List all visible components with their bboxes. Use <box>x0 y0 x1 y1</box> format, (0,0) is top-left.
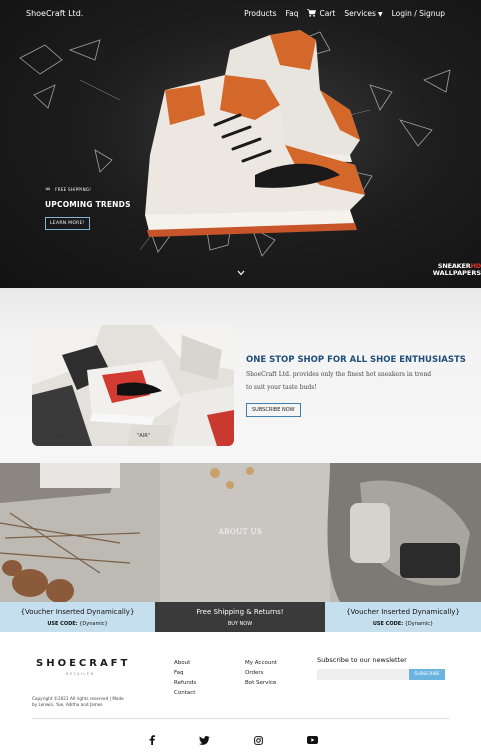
infinity-icon: ∞ <box>45 185 52 193</box>
promo-text-line2: to suit your taste buds! <box>246 384 317 391</box>
footer-link-about[interactable]: About <box>174 658 196 668</box>
voucher-right-title: {Voucher Inserted Dynamically} <box>346 607 460 616</box>
twitter-icon[interactable] <box>198 734 210 746</box>
cart-icon <box>307 9 317 17</box>
footer-link-refunds[interactable]: Refunds <box>174 678 196 688</box>
footer-logo-sub: RETAILER <box>66 672 95 676</box>
learn-more-button[interactable]: LEARN MORE! <box>45 217 90 230</box>
svg-text:"AIR": "AIR" <box>52 433 65 439</box>
voucher-bar: {Voucher Inserted Dynamically} USE CODE:… <box>0 602 481 632</box>
nav-login[interactable]: Login / Signup <box>392 9 445 18</box>
newsletter-subscribe-button[interactable]: SUBSCRIBE <box>409 669 445 680</box>
promo-text-line1: ShoeCraft Ltd. provides only the finest … <box>246 371 432 378</box>
footer-links-col2: My Account Orders Bot Service <box>245 658 277 688</box>
brand-link[interactable]: ShoeCraft Ltd. <box>26 9 83 18</box>
voucher-right-code: USE CODE: {Dynamic} <box>325 621 481 627</box>
site-footer: SHOECRAFT RETAILER Copyright ©2021 All r… <box>0 632 481 754</box>
nav-faq[interactable]: Faq <box>285 9 298 18</box>
voucher-right-code-value: {Dynamic} <box>404 620 434 627</box>
instagram-icon[interactable] <box>252 734 264 746</box>
voucher-right[interactable]: {Voucher Inserted Dynamically} USE CODE:… <box>325 602 481 632</box>
about-us-label[interactable]: ABOUT US <box>0 528 481 536</box>
voucher-left-code-value: {Dynamic} <box>79 620 108 627</box>
footer-links-col1: About Faq Refunds Contact <box>174 658 196 698</box>
footer-link-my-account[interactable]: My Account <box>245 658 277 668</box>
chevron-down-icon[interactable] <box>237 270 245 276</box>
voucher-left-code: USE CODE: {Dynamic} <box>0 621 155 627</box>
subscribe-now-button[interactable]: SUBSCRIBE NOW <box>246 403 301 417</box>
free-shipping-tag: ∞ FREE SHIPPING! <box>45 186 131 193</box>
watermark-logo: SNEAKERHD WALLPAPERS <box>433 263 481 277</box>
about-section[interactable]: ABOUT US <box>0 463 481 602</box>
footer-link-faq[interactable]: Faq <box>174 668 196 678</box>
facebook-icon[interactable] <box>146 734 158 746</box>
voucher-right-code-prefix: USE CODE: <box>372 620 404 627</box>
nav-cart-label: Cart <box>319 9 336 18</box>
nav-products[interactable]: Products <box>244 9 276 18</box>
hero-heading: UPCOMING TRENDS <box>45 200 131 209</box>
watermark-line2: WALLPAPERS <box>432 269 481 277</box>
voucher-left-title: {Voucher Inserted Dynamically} <box>20 607 135 616</box>
sneaker-pile-image: "AIR" "AIR" <box>32 325 234 446</box>
nav-services-label: Services <box>344 9 376 18</box>
nav-services[interactable]: Services ▼ <box>344 9 382 18</box>
youtube-icon[interactable] <box>306 734 318 746</box>
svg-text:"AIR": "AIR" <box>137 433 150 439</box>
copyright-text: Copyright ©2021 All rights reserved | Ma… <box>32 696 124 707</box>
free-shipping-label: FREE SHIPPING! <box>55 187 92 192</box>
footer-link-bot-service[interactable]: Bot Service <box>245 678 277 688</box>
hero-banner: ShoeCraft Ltd. Products Faq Cart Service… <box>0 0 481 288</box>
footer-link-contact[interactable]: Contact <box>174 688 196 698</box>
voucher-left[interactable]: {Voucher Inserted Dynamically} USE CODE:… <box>0 602 155 632</box>
top-nav: ShoeCraft Ltd. Products Faq Cart Service… <box>0 0 481 28</box>
newsletter-title: Subscribe to our newsletter <box>317 656 407 664</box>
voucher-left-code-prefix: USE CODE: <box>47 620 78 627</box>
footer-divider <box>32 718 449 719</box>
hero-caption: ∞ FREE SHIPPING! UPCOMING TRENDS LEARN M… <box>45 186 131 230</box>
nav-cart[interactable]: Cart <box>307 9 335 18</box>
buy-now-link[interactable]: BUY NOW <box>155 621 325 627</box>
footer-logo[interactable]: SHOECRAFT <box>36 658 130 669</box>
voucher-center[interactable]: Free Shipping & Returns! BUY NOW <box>155 602 325 632</box>
caret-down-icon: ▼ <box>377 11 383 18</box>
sneaker-hero-image <box>19 30 451 257</box>
newsletter-email-input[interactable] <box>317 669 409 680</box>
free-shipping-title: Free Shipping & Returns! <box>196 607 284 616</box>
social-links <box>0 734 481 746</box>
promo-title: ONE STOP SHOP FOR ALL SHOE ENTHUSIASTS <box>246 355 466 365</box>
promo-description: ShoeCraft Ltd. provides only the finest … <box>246 368 446 394</box>
sneaker-pile-art: "AIR" "AIR" <box>32 325 234 446</box>
nav-menu: Products Faq Cart Services ▼ Login / Sign… <box>244 9 445 18</box>
footer-link-orders[interactable]: Orders <box>245 668 277 678</box>
